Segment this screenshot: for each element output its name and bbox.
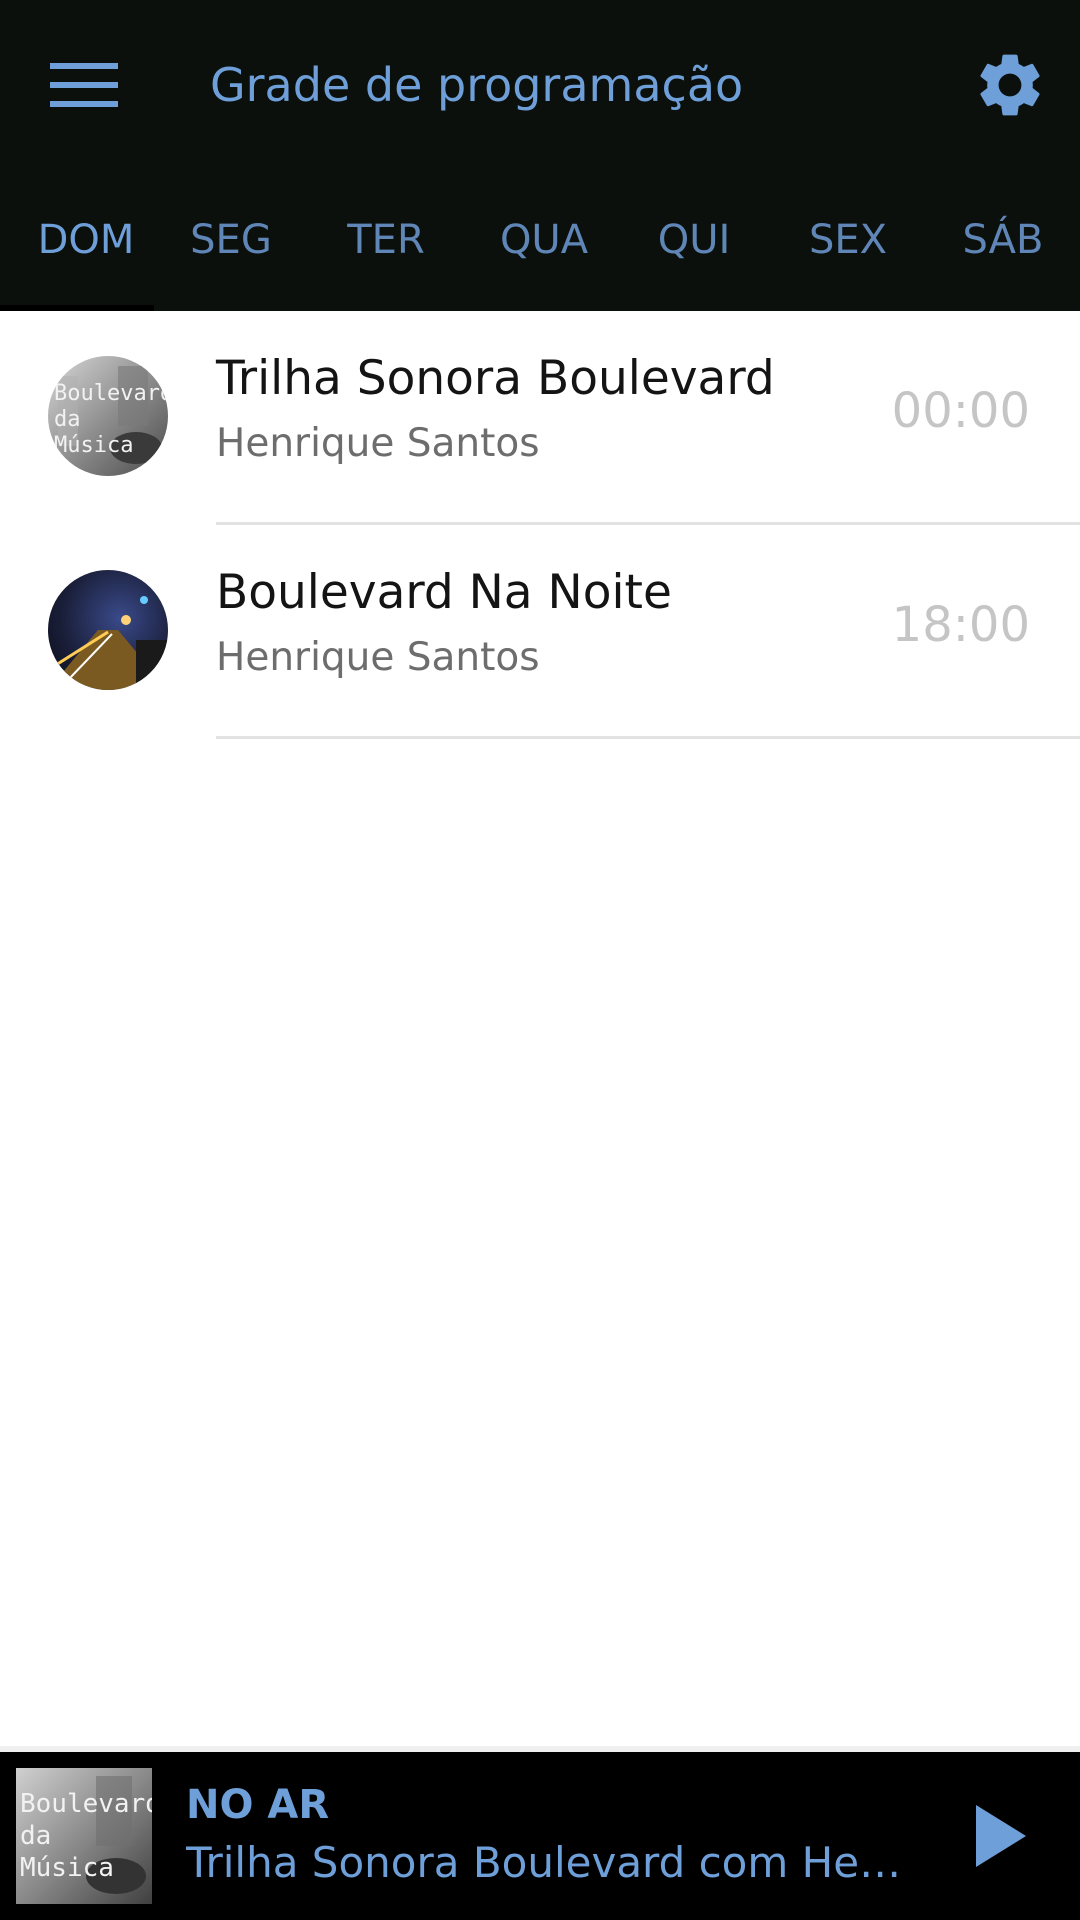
cover-text-line-2: da — [54, 407, 81, 432]
cover-text-line-3: Música — [20, 1853, 114, 1883]
boulevard-da-musica-cover: Boulevard da Música — [16, 1768, 152, 1904]
cover-text-line-1: Boulevard — [20, 1789, 152, 1819]
menu-button[interactable] — [30, 40, 138, 130]
night-street-photo — [48, 570, 168, 690]
divider — [216, 736, 1080, 739]
tab-seg[interactable]: SEG — [172, 190, 290, 311]
hamburger-menu-icon — [50, 63, 118, 107]
player-cover: Boulevard da Música — [16, 1768, 152, 1904]
gear-icon — [980, 54, 1040, 116]
play-button[interactable] — [950, 1786, 1050, 1886]
play-icon — [976, 1805, 1026, 1867]
boulevard-da-musica-cover: Boulevard da Música — [48, 356, 168, 476]
cover-text-line-3: Música — [54, 433, 133, 458]
program-time: 00:00 — [891, 383, 1030, 439]
settings-button[interactable] — [960, 40, 1060, 130]
avatar: Boulevard da Música — [48, 356, 168, 476]
tab-sex[interactable]: SEX — [790, 190, 906, 311]
cover-text-line-1: Boulevard — [54, 381, 168, 406]
program-host: Henrique Santos — [216, 635, 540, 680]
cover-text-line-2: da — [20, 1821, 51, 1851]
schedule-list: Boulevard da Música Trilha Sonora Boulev… — [0, 311, 1080, 739]
program-title: Boulevard Na Noite — [216, 565, 672, 620]
list-item[interactable]: Boulevard Na Noite Henrique Santos 18:00 — [0, 525, 1080, 739]
page-title: Grade de programação — [210, 58, 744, 112]
tab-sab[interactable]: SÁB — [950, 190, 1056, 311]
on-air-label: NO AR — [186, 1782, 330, 1828]
avatar — [48, 570, 168, 690]
tab-qua[interactable]: QUA — [480, 190, 608, 311]
program-time: 18:00 — [891, 597, 1030, 653]
app-header: Grade de programação DOM SEG TER QUA QUI… — [0, 0, 1080, 311]
now-playing-bar[interactable]: Boulevard da Música NO AR Trilha Sonora … — [0, 1752, 1080, 1920]
now-playing-text: Trilha Sonora Boulevard com Henri... — [186, 1838, 906, 1887]
list-item[interactable]: Boulevard da Música Trilha Sonora Boulev… — [0, 311, 1080, 525]
tab-ter[interactable]: TER — [320, 190, 452, 311]
tab-qui[interactable]: QUI — [640, 190, 748, 311]
tab-dom[interactable]: DOM — [0, 190, 172, 311]
day-tabs: DOM SEG TER QUA QUI SEX SÁB — [0, 190, 1080, 311]
program-host: Henrique Santos — [216, 421, 540, 466]
program-title: Trilha Sonora Boulevard — [216, 351, 775, 406]
toolbar: Grade de programação — [0, 0, 1080, 170]
